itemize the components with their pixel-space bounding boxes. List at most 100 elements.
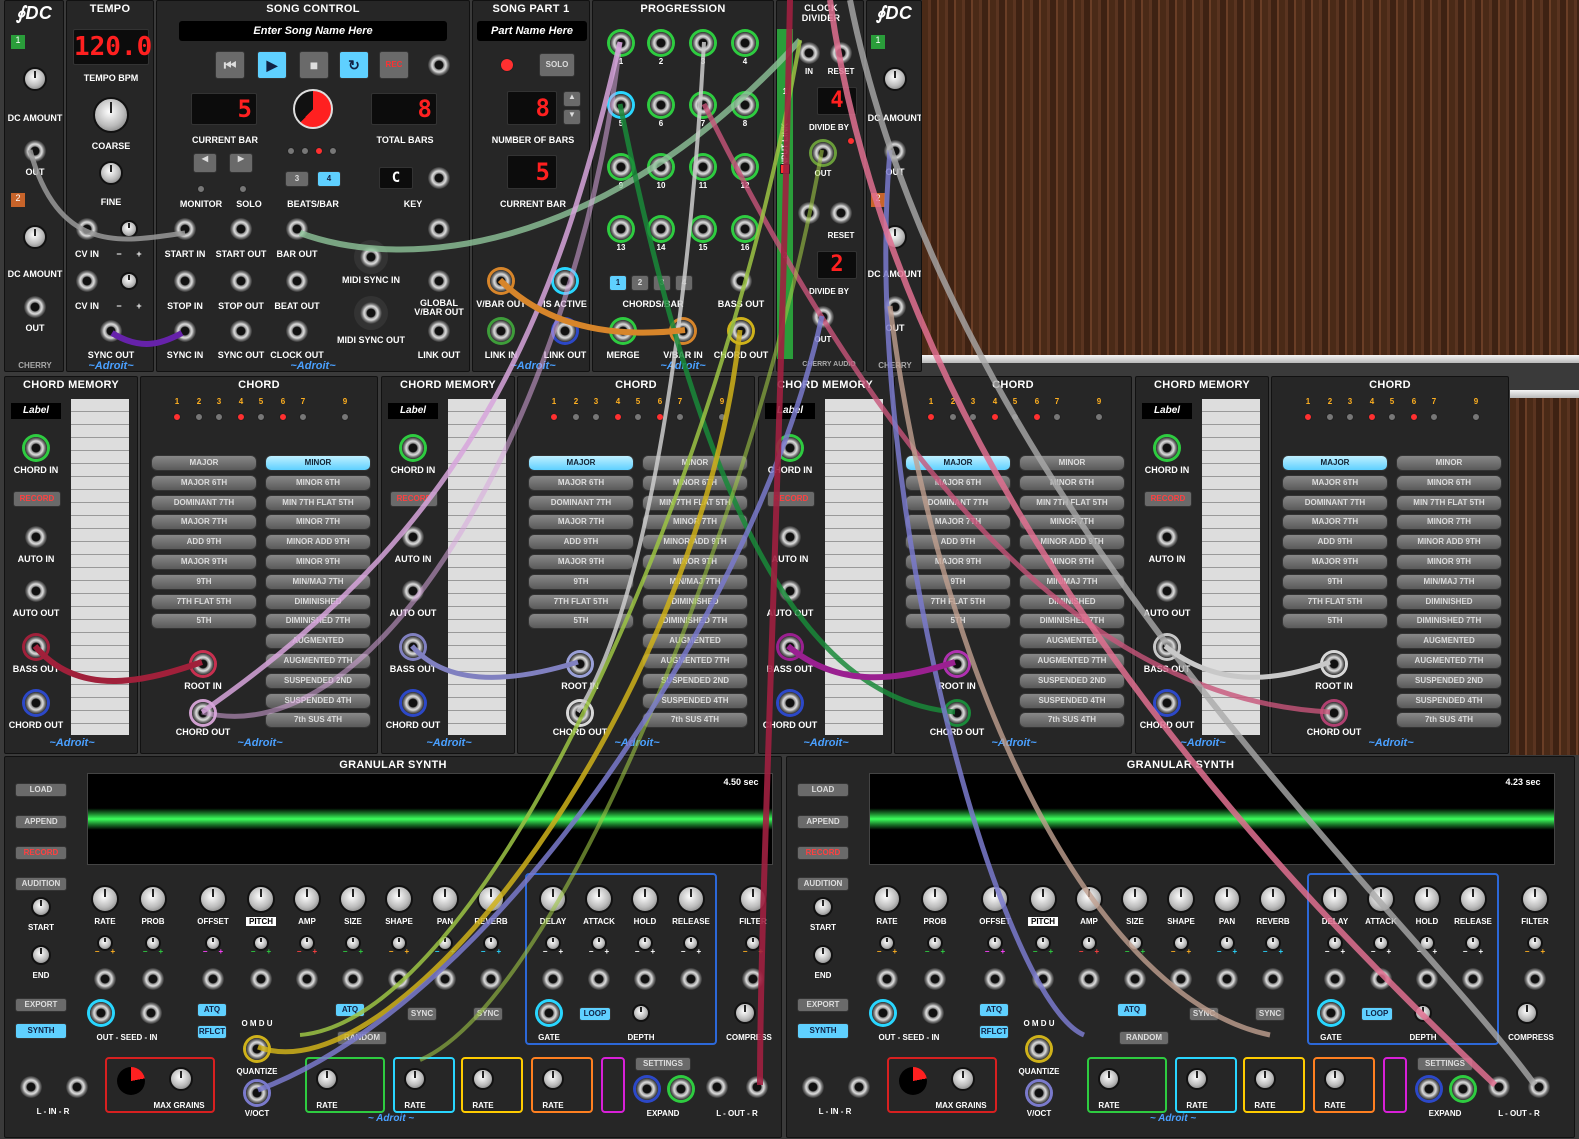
interval-led[interactable] — [1095, 413, 1103, 421]
label-button[interactable]: Label — [1142, 403, 1192, 419]
step-10-jack[interactable] — [650, 156, 672, 178]
clock-in-jack-2[interactable] — [798, 202, 820, 224]
bass-out-jack[interactable] — [730, 270, 752, 292]
clock-out-jack[interactable] — [286, 320, 308, 342]
loop-button[interactable]: LOOP — [579, 1007, 611, 1021]
chord-type-button[interactable]: MINOR ADD 9TH — [642, 534, 748, 551]
chord-type-button[interactable]: MAJOR 9TH — [151, 554, 257, 570]
chords-bar-tab-3[interactable]: 3 — [653, 275, 671, 291]
reset-jack-2[interactable] — [830, 202, 852, 224]
start-out-jack[interactable] — [230, 218, 252, 240]
chord-type-button[interactable]: AUGMENTED 7TH — [642, 653, 748, 669]
rflct-button[interactable]: RFLCT — [197, 1025, 227, 1039]
interval-led[interactable] — [237, 413, 245, 421]
prob-knob[interactable] — [139, 885, 167, 913]
interval-led[interactable] — [1326, 413, 1334, 421]
interval-led[interactable] — [572, 413, 580, 421]
chord-type-button[interactable]: MINOR — [1396, 455, 1502, 471]
quantize-jack[interactable] — [1028, 1038, 1050, 1060]
filter-knob[interactable] — [739, 885, 767, 913]
auto-out-jack[interactable] — [25, 580, 47, 602]
step-3-jack[interactable] — [692, 32, 714, 54]
interval-led[interactable] — [1368, 413, 1376, 421]
offset-cv-jack[interactable] — [984, 968, 1006, 990]
global-vbar-out-jack[interactable] — [428, 270, 450, 292]
amp-knob[interactable] — [1075, 885, 1103, 913]
record-led[interactable] — [500, 58, 514, 72]
root-in-jack[interactable] — [192, 653, 214, 675]
end-knob[interactable] — [813, 945, 833, 965]
chord-type-button[interactable]: 9TH — [905, 573, 1011, 590]
step-13-jack[interactable] — [610, 218, 632, 240]
rflct-button[interactable]: RFLCT — [979, 1025, 1009, 1039]
interval-led[interactable] — [614, 413, 622, 421]
expand-jack-2[interactable] — [1452, 1078, 1474, 1100]
amp-cv-jack[interactable] — [1078, 968, 1100, 990]
chord-type-button[interactable]: AUGMENTED — [265, 633, 371, 650]
size-cv-jack[interactable] — [342, 968, 364, 990]
cv-attenuator-2[interactable] — [120, 272, 138, 290]
pan-knob[interactable] — [431, 885, 459, 913]
chord-type-button[interactable]: 7th SUS 4TH — [1396, 712, 1502, 729]
interval-led[interactable] — [215, 413, 223, 421]
beat-out-jack[interactable] — [286, 270, 308, 292]
chord-type-button[interactable]: AUGMENTED 7TH — [265, 653, 371, 669]
chord-type-button[interactable]: DIMINISHED — [642, 593, 748, 610]
memory-keyboard[interactable] — [1202, 399, 1260, 735]
play-button[interactable]: ▶ — [257, 51, 287, 79]
chord-type-button[interactable]: 7th SUS 4TH — [642, 712, 748, 729]
load-button[interactable]: LOAD — [15, 783, 67, 797]
chord-type-button[interactable]: AUGMENTED 7TH — [1019, 653, 1125, 669]
lfo-rate-knob[interactable] — [1186, 1068, 1208, 1090]
auto-out-jack[interactable] — [779, 580, 801, 602]
filter-knob[interactable] — [1521, 885, 1549, 913]
chord-type-button[interactable]: SUSPENDED 4TH — [1019, 692, 1125, 709]
step-14-jack[interactable] — [650, 218, 672, 240]
chord-type-button[interactable]: DIMINISHED 7TH — [1396, 613, 1502, 630]
input-link-button[interactable] — [780, 164, 790, 174]
chord-type-button[interactable]: MIN/MAJ 7TH — [1019, 573, 1125, 590]
shape-cv-jack[interactable] — [1170, 968, 1192, 990]
voct-jack[interactable] — [1028, 1082, 1050, 1104]
gate-jack[interactable] — [538, 1002, 560, 1024]
shape-knob[interactable] — [1167, 885, 1195, 913]
divider-out-jack-1[interactable] — [812, 142, 834, 164]
audio-in-l-jack[interactable] — [802, 1076, 824, 1098]
chord-type-button[interactable]: MINOR 6TH — [1396, 474, 1502, 491]
interval-led[interactable] — [299, 413, 307, 421]
chord-type-button[interactable]: MINOR ADD 9TH — [265, 534, 371, 551]
sync-out-jack[interactable] — [230, 320, 252, 342]
synth-button[interactable]: SYNTH — [15, 1023, 67, 1039]
step-6-jack[interactable] — [650, 94, 672, 116]
interval-led[interactable] — [927, 413, 935, 421]
chord-in-jack[interactable] — [1156, 437, 1178, 459]
depth-knob[interactable] — [632, 1004, 650, 1022]
clock-in-jack[interactable] — [798, 42, 820, 64]
chord-type-button[interactable]: MINOR 9TH — [1396, 554, 1502, 570]
chord-out-jack[interactable] — [402, 692, 424, 714]
chord-type-button[interactable]: MAJOR 7TH — [1282, 514, 1388, 531]
rate-cv-jack[interactable] — [876, 968, 898, 990]
lfo-rate-knob[interactable] — [472, 1068, 494, 1090]
sync-button[interactable]: SYNC — [1189, 1007, 1219, 1021]
bars-down-button[interactable]: ▼ — [563, 109, 581, 125]
interval-led[interactable] — [634, 413, 642, 421]
memory-keyboard[interactable] — [825, 399, 883, 735]
sync-button-2[interactable]: SYNC — [473, 1007, 503, 1021]
record-button[interactable]: RECORD — [767, 491, 815, 507]
step-16-jack[interactable] — [734, 218, 756, 240]
rate-knob[interactable] — [91, 885, 119, 913]
step-2-jack[interactable] — [650, 32, 672, 54]
chord-type-button[interactable]: SUSPENDED 2ND — [1396, 672, 1502, 689]
chord-type-button[interactable]: MIN/MAJ 7TH — [265, 573, 371, 590]
chord-type-button[interactable]: DOMINANT 7TH — [1282, 494, 1388, 511]
global-jack[interactable] — [428, 218, 450, 240]
lfo-rate-knob[interactable] — [316, 1068, 338, 1090]
chord-type-button[interactable]: MINOR 6TH — [1019, 474, 1125, 491]
root-in-jack[interactable] — [1323, 653, 1345, 675]
chord-out-jack[interactable] — [569, 702, 591, 724]
random-button[interactable]: RANDOM — [1119, 1031, 1169, 1045]
coarse-knob[interactable] — [93, 97, 129, 133]
interval-led[interactable] — [1011, 413, 1019, 421]
chord-type-button[interactable]: MAJOR 7TH — [528, 514, 634, 531]
